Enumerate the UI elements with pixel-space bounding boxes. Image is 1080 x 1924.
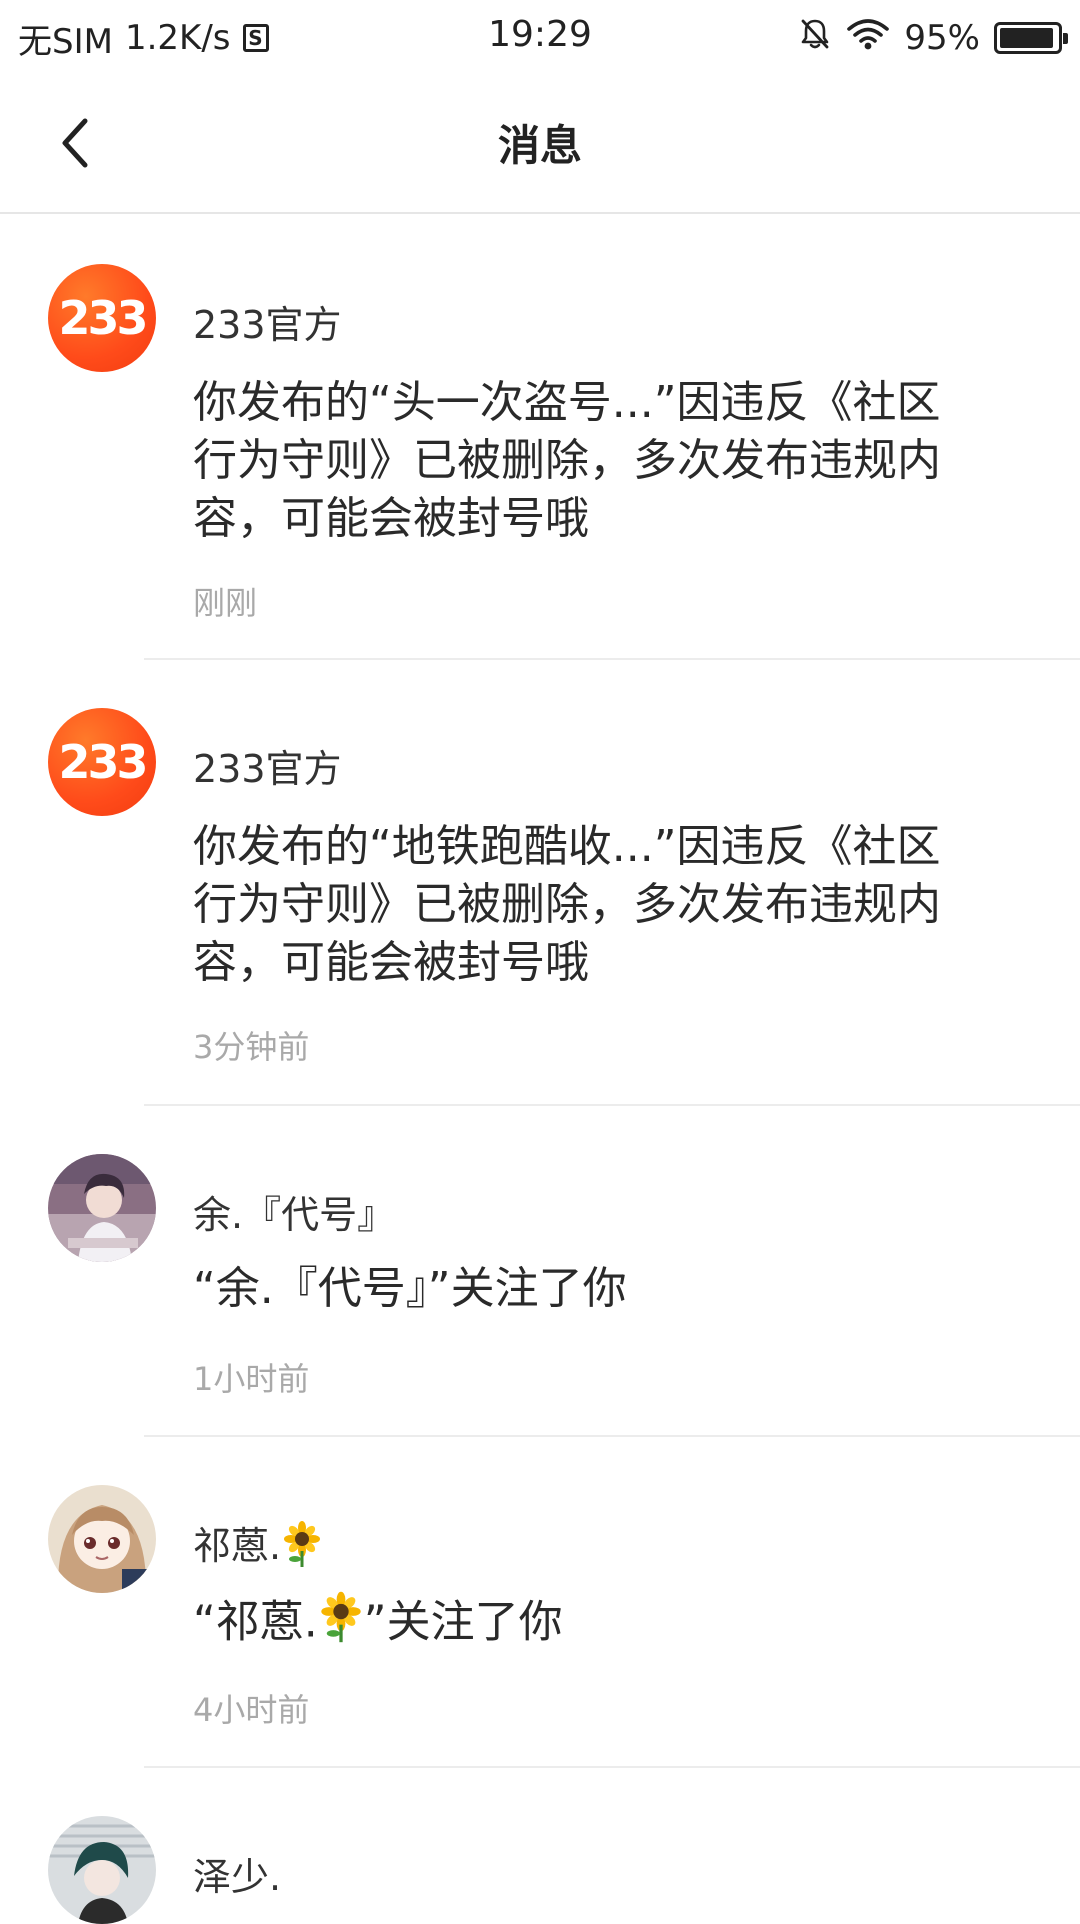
- sender-name: 祁蒽.: [193, 1515, 323, 1576]
- list-item[interactable]: 泽少.: [0, 1768, 1080, 1924]
- battery-icon: [994, 22, 1068, 54]
- message-list: 233 233官方 你发布的“头一次盗号...”因违反《社区行为守则》已被删除，…: [0, 214, 1080, 1924]
- user-avatar-image: [48, 1485, 156, 1593]
- list-item[interactable]: 233 233官方 你发布的“头一次盗号...”因违反《社区行为守则》已被删除，…: [0, 214, 1080, 660]
- battery-level: [1000, 28, 1053, 48]
- list-item[interactable]: 233 233官方 你发布的“地铁跑酷收...”因违反《社区行为守则》已被删除，…: [0, 660, 1080, 1106]
- message-time: 3分钟前: [193, 1028, 310, 1066]
- avatar[interactable]: 233: [48, 708, 156, 816]
- message-body: “余.『代号』”关注了你: [193, 1263, 627, 1314]
- sender-name-text: 祁蒽.: [193, 1524, 282, 1568]
- message-body: “祁蒽. ”关注了你: [193, 1591, 973, 1658]
- message-time: 1小时前: [193, 1360, 310, 1398]
- avatar[interactable]: [48, 1485, 156, 1593]
- sender-name: 泽少.: [193, 1855, 282, 1899]
- sender-name: 233官方: [193, 747, 342, 791]
- message-body: 你发布的“地铁跑酷收...”因违反《社区行为守则》已被删除，多次发布违规内容，可…: [193, 821, 941, 988]
- message-body-prefix: “祁蒽.: [193, 1596, 318, 1648]
- wifi-icon: [846, 17, 890, 60]
- sender-name: 233官方: [193, 303, 342, 347]
- sender-name: 余.『代号』: [193, 1193, 396, 1237]
- message-body-suffix: ”关注了你: [363, 1596, 563, 1648]
- user-avatar-image: [48, 1154, 156, 1262]
- nav-header: 消息: [0, 76, 1080, 214]
- message-time: 刚刚: [193, 584, 258, 622]
- page-title: 消息: [497, 121, 582, 170]
- avatar[interactable]: [48, 1154, 156, 1262]
- sunflower-icon: [318, 1591, 364, 1658]
- battery-percent: 95%: [904, 18, 980, 58]
- avatar[interactable]: [48, 1816, 156, 1924]
- avatar[interactable]: 233: [48, 264, 156, 372]
- sunflower-icon: [281, 1521, 323, 1576]
- status-right: 95%: [798, 14, 1068, 62]
- status-bar: 无SIM 1.2K/s S 19:29 95%: [0, 0, 1080, 76]
- message-body: 你发布的“头一次盗号...”因违反《社区行为守则》已被删除，多次发布违规内容，可…: [193, 377, 941, 544]
- message-time: 4小时前: [193, 1691, 310, 1729]
- list-item[interactable]: 余.『代号』 “余.『代号』”关注了你 1小时前: [0, 1106, 1080, 1437]
- list-item[interactable]: 祁蒽. “祁蒽. ”关注了你 4小时前: [0, 1437, 1080, 1768]
- user-avatar-image: [48, 1816, 156, 1924]
- mute-bell-icon: [798, 17, 832, 60]
